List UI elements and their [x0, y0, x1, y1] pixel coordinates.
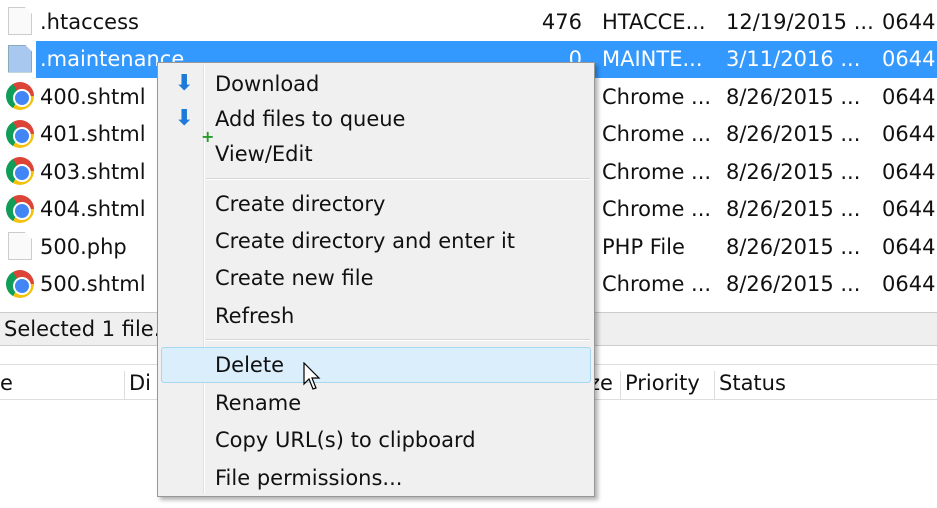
mouse-cursor-icon — [303, 362, 321, 390]
menu-copy-url[interactable]: Copy URL(s) to clipboard — [161, 422, 591, 458]
file-type: Chrome ... — [602, 159, 712, 184]
file-date: 3/11/2016 ... — [726, 47, 861, 71]
file-permissions: 0644 — [882, 9, 936, 34]
file-row[interactable]: .htaccess 476 HTACCE... 12/19/2015 ... 0644 — [0, 3, 937, 40]
file-date: 8/26/2015 ... — [726, 84, 861, 109]
file-name: 500.shtml — [40, 272, 146, 296]
file-icon — [8, 44, 32, 73]
menu-label: Create directory and enter it — [215, 229, 516, 253]
file-date: 12/19/2015 ... — [726, 9, 874, 34]
file-icon — [8, 7, 32, 35]
menu-create-directory-enter[interactable]: Create directory and enter it — [161, 223, 591, 259]
menu-separator — [206, 178, 590, 180]
menu-label: Copy URL(s) to clipboard — [215, 428, 476, 452]
file-permissions: 0644 — [882, 84, 936, 109]
menu-create-directory[interactable]: Create directory — [161, 186, 591, 222]
menu-label: Rename — [215, 391, 302, 415]
file-icon — [8, 232, 32, 260]
file-name: 400.shtml — [40, 84, 146, 109]
file-permissions: 0644 — [882, 197, 936, 221]
menu-view-edit[interactable]: View/Edit — [161, 136, 591, 172]
file-date: 8/26/2015 ... — [726, 197, 861, 221]
file-type: Chrome ... — [602, 272, 712, 296]
menu-rename[interactable]: Rename — [161, 385, 591, 421]
file-name: 401.shtml — [40, 122, 146, 146]
file-permissions: 0644 — [882, 272, 936, 296]
file-date: 8/26/2015 ... — [726, 272, 861, 296]
file-date: 8/26/2015 ... — [726, 234, 861, 259]
file-type: Chrome ... — [602, 84, 712, 109]
file-size: 476 — [541, 9, 582, 34]
menu-label: Delete — [215, 353, 284, 377]
file-type: HTACCE... — [602, 9, 706, 34]
menu-label: Refresh — [215, 304, 295, 328]
chrome-icon — [6, 157, 34, 185]
file-permissions: 0644 — [882, 47, 936, 71]
file-type: Chrome ... — [602, 122, 712, 146]
chrome-icon — [6, 194, 34, 223]
download-arrow-icon: ⬇ — [175, 71, 194, 96]
file-name: 404.shtml — [40, 197, 146, 221]
chrome-icon — [6, 269, 34, 298]
queue-col-status[interactable]: Status — [714, 371, 937, 399]
status-text: Selected 1 file. — [4, 317, 161, 341]
file-permissions: 0644 — [882, 234, 936, 259]
context-menu: ⬇ Download ⬇ + Add files to queue View/Edit… — [157, 62, 595, 497]
menu-separator — [206, 339, 590, 341]
menu-create-file[interactable]: Create new file — [161, 260, 591, 296]
menu-refresh[interactable]: Refresh — [161, 298, 591, 334]
file-type: Chrome ... — [602, 197, 712, 221]
menu-label: View/Edit — [215, 142, 313, 166]
menu-label: Add files to queue — [215, 107, 406, 131]
menu-download[interactable]: ⬇ Download — [161, 66, 591, 102]
menu-label: File permissions... — [215, 466, 403, 490]
menu-delete[interactable]: Delete — [161, 347, 591, 383]
file-date: 8/26/2015 ... — [726, 159, 861, 184]
add-to-queue-icon: ⬇ + — [175, 106, 215, 147]
menu-label: Download — [215, 72, 320, 96]
file-type: MAINTE... — [602, 47, 703, 71]
file-type: PHP File — [602, 234, 685, 259]
menu-add-to-queue[interactable]: ⬇ + Add files to queue — [161, 101, 591, 147]
file-permissions: 0644 — [882, 122, 936, 146]
file-name: .htaccess — [40, 9, 139, 34]
queue-col-name[interactable]: e — [0, 371, 13, 399]
menu-label: Create directory — [215, 192, 386, 216]
file-name: 500.php — [40, 234, 127, 259]
file-date: 8/26/2015 ... — [726, 122, 861, 146]
menu-file-permissions[interactable]: File permissions... — [161, 460, 591, 496]
file-permissions: 0644 — [882, 159, 936, 184]
queue-col-priority[interactable]: Priority — [620, 371, 714, 399]
menu-label: Create new file — [215, 266, 374, 290]
chrome-icon — [6, 82, 34, 110]
file-name: 403.shtml — [40, 159, 146, 184]
chrome-icon — [6, 119, 34, 148]
